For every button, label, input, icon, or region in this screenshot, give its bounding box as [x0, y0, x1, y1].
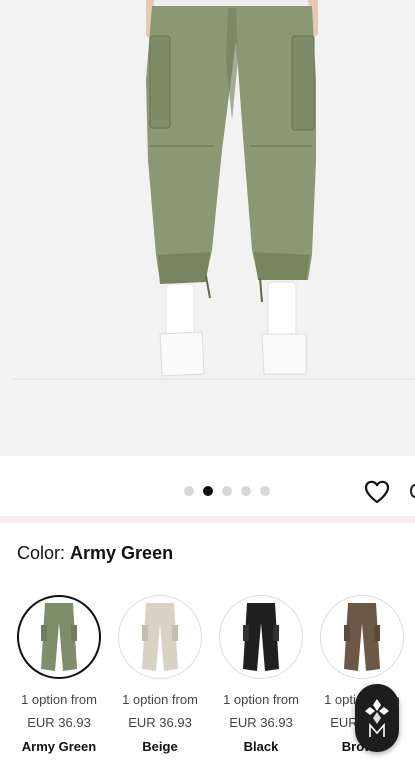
carousel-dot-1[interactable]: [184, 486, 194, 496]
color-variant-list[interactable]: 1 option from EUR 36.93 Army Green 1 opt…: [0, 592, 415, 768]
pants-thumbnail: [243, 603, 279, 671]
share-icon[interactable]: [410, 484, 415, 498]
section-divider: [0, 516, 415, 523]
pants-thumbnail: [344, 603, 380, 671]
carousel-dot-5[interactable]: [260, 486, 270, 496]
variant-option-count: 1 option from: [21, 692, 97, 707]
product-image-gallery[interactable]: [0, 0, 415, 456]
variant-name: Beige: [142, 739, 178, 754]
variant-beige[interactable]: 1 option from EUR 36.93 Beige: [110, 592, 210, 754]
variant-swatch-image[interactable]: [118, 595, 202, 679]
heart-outline-icon: [364, 480, 390, 504]
assistant-logo-icon: [365, 699, 389, 737]
selected-color-value: Army Green: [70, 543, 174, 563]
color-label-row: Color: Army Green: [17, 543, 173, 564]
carousel-dot-4[interactable]: [241, 486, 251, 496]
variant-price: EUR 36.93: [27, 715, 91, 730]
variant-army-green[interactable]: 1 option from EUR 36.93 Army Green: [9, 592, 109, 754]
gallery-controls: [0, 456, 415, 516]
carousel-dot-3[interactable]: [222, 486, 232, 496]
variant-price: EUR 36.93: [128, 715, 192, 730]
variant-option-count: 1 option from: [122, 692, 198, 707]
variant-black[interactable]: 1 option from EUR 36.93 Black: [211, 592, 311, 754]
variant-price: EUR 36.93: [229, 715, 293, 730]
variant-swatch-image[interactable]: [219, 595, 303, 679]
variant-name: Black: [243, 739, 279, 754]
pants-thumbnail: [142, 603, 178, 671]
variant-name: Army Green: [21, 739, 97, 754]
carousel-dot-2[interactable]: [203, 486, 213, 496]
color-label: Color:: [17, 543, 66, 563]
carousel-dots: [184, 486, 270, 496]
variant-swatch-image[interactable]: [320, 595, 404, 679]
variant-option-count: 1 option from: [223, 692, 299, 707]
variant-swatch-image[interactable]: [17, 595, 101, 679]
favorite-button[interactable]: [363, 478, 391, 506]
pants-thumbnail: [41, 603, 77, 671]
assistant-floating-button[interactable]: [355, 684, 399, 752]
product-image: [0, 0, 415, 456]
